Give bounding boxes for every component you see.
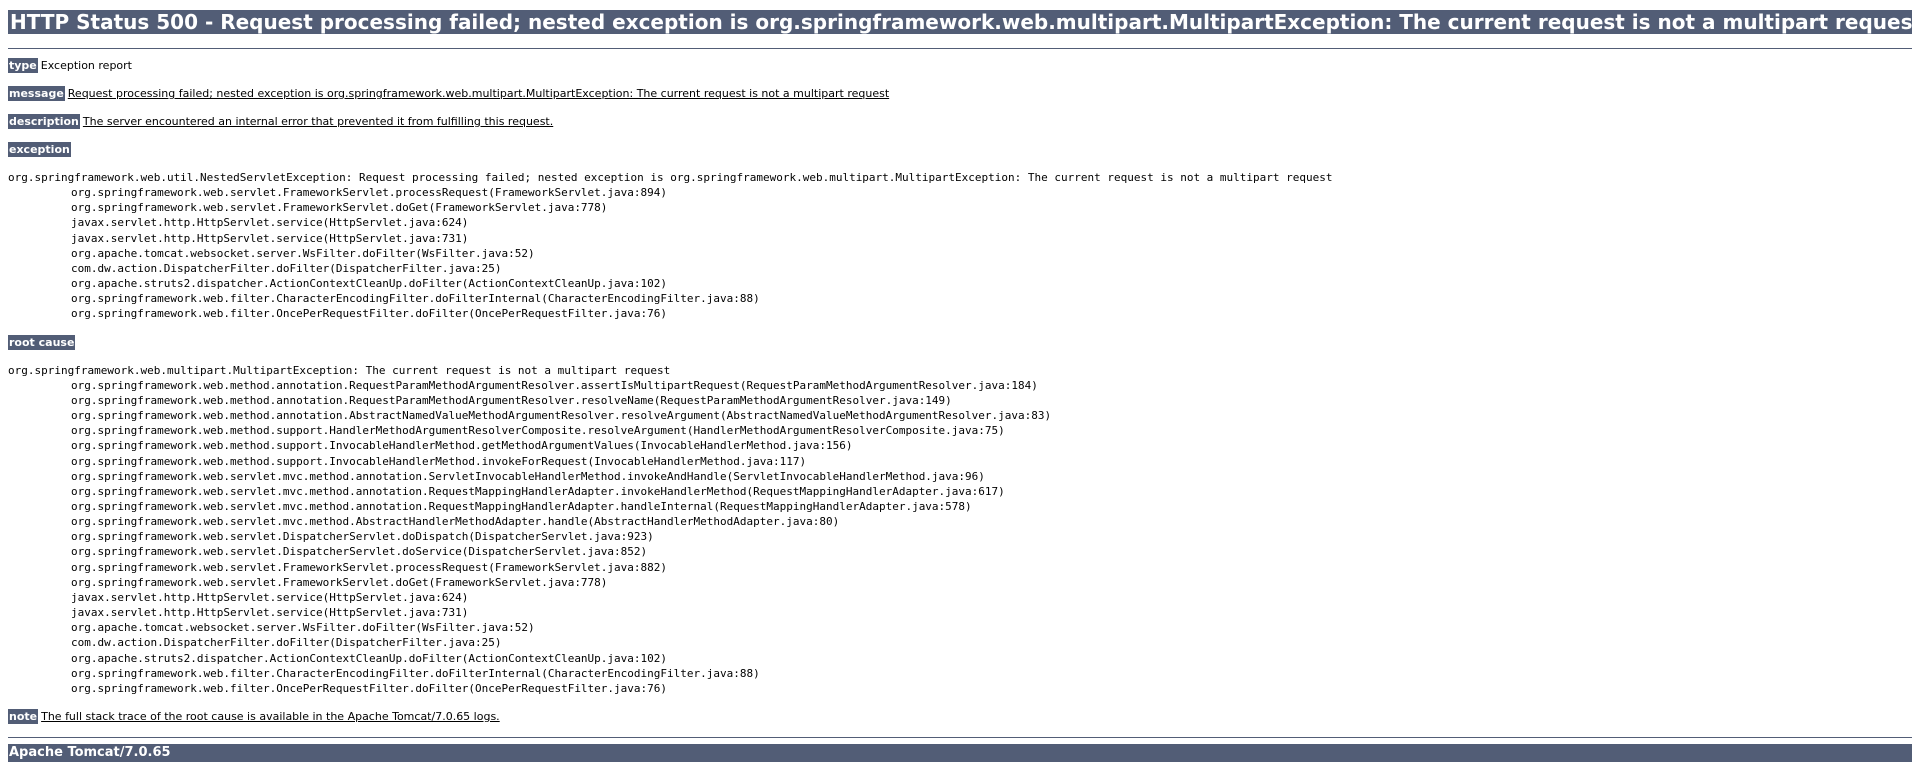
stack-frame: org.springframework.web.servlet.Framewor… <box>71 560 668 574</box>
message-label: message <box>8 86 65 101</box>
root-cause-head: org.springframework.web.multipart.Multip… <box>8 363 671 377</box>
stack-frame: com.dw.action.DispatcherFilter.doFilter(… <box>71 261 502 275</box>
stack-frame: org.apache.tomcat.websocket.server.WsFil… <box>71 246 535 260</box>
stack-frame: org.springframework.web.filter.Character… <box>71 292 760 306</box>
exception-frames: org.springframework.web.servlet.Framewor… <box>8 185 1912 321</box>
root-cause-trace: org.springframework.web.multipart.Multip… <box>8 363 1912 696</box>
stack-frame: org.springframework.web.filter.OncePerRe… <box>71 307 668 321</box>
stack-frame: org.springframework.web.servlet.Dispatch… <box>71 545 648 559</box>
divider-top <box>8 48 1912 49</box>
stack-frame: org.springframework.web.method.annotatio… <box>71 393 952 407</box>
stack-frame: org.springframework.web.method.support.H… <box>71 424 1005 438</box>
stack-frame: org.springframework.web.servlet.mvc.meth… <box>71 484 1005 498</box>
stack-frame: org.springframework.web.servlet.Dispatch… <box>71 530 654 544</box>
stack-frame: javax.servlet.http.HttpServlet.service(H… <box>71 231 469 245</box>
type-label: type <box>8 58 38 73</box>
type-value: Exception report <box>40 59 132 72</box>
stack-frame: javax.servlet.http.HttpServlet.service(H… <box>71 606 469 620</box>
exception-trace: org.springframework.web.util.NestedServl… <box>8 170 1912 322</box>
stack-frame: org.apache.struts2.dispatcher.ActionCont… <box>71 277 668 291</box>
stack-frame: org.springframework.web.method.annotatio… <box>71 409 1052 423</box>
description-row: description The server encountered an int… <box>8 114 1912 129</box>
stack-frame: org.springframework.web.method.support.I… <box>71 454 807 468</box>
stack-frame: org.springframework.web.method.annotatio… <box>71 378 1038 392</box>
stack-frame: org.apache.struts2.dispatcher.ActionCont… <box>71 651 668 665</box>
stack-frame: org.springframework.web.servlet.Framewor… <box>71 201 608 215</box>
exception-label: exception <box>8 142 71 157</box>
stack-frame: org.springframework.web.servlet.mvc.meth… <box>71 499 972 513</box>
stack-frame: javax.servlet.http.HttpServlet.service(H… <box>71 590 469 604</box>
note-label: note <box>8 709 39 724</box>
stack-frame: org.springframework.web.servlet.Framewor… <box>71 186 668 200</box>
exception-head: org.springframework.web.util.NestedServl… <box>8 171 1333 184</box>
server-footer: Apache Tomcat/7.0.65 <box>8 744 1912 762</box>
stack-frame: org.springframework.web.filter.Character… <box>71 666 760 680</box>
divider-bottom <box>8 737 1912 738</box>
stack-frame: org.springframework.web.method.support.I… <box>71 439 853 453</box>
stack-frame: com.dw.action.DispatcherFilter.doFilter(… <box>71 636 502 650</box>
stack-frame: org.springframework.web.filter.OncePerRe… <box>71 681 668 695</box>
stack-frame: javax.servlet.http.HttpServlet.service(H… <box>71 216 469 230</box>
stack-frame: org.springframework.web.servlet.mvc.meth… <box>71 515 840 529</box>
root-cause-label: root cause <box>8 334 76 350</box>
message-value: Request processing failed; nested except… <box>67 87 890 100</box>
type-row: type Exception report <box>8 58 1912 73</box>
message-row: message Request processing failed; nested… <box>8 86 1912 101</box>
error-page: HTTP Status 500 - Request processing fai… <box>0 10 1920 774</box>
description-value: The server encountered an internal error… <box>82 115 554 128</box>
description-label: description <box>8 114 80 129</box>
note-value: The full stack trace of the root cause i… <box>41 710 500 723</box>
page-title: HTTP Status 500 - Request processing fai… <box>8 10 1912 34</box>
stack-frame: org.springframework.web.servlet.Framewor… <box>71 575 608 589</box>
exception-heading-row: exception <box>8 142 1912 157</box>
note-row: note The full stack trace of the root cau… <box>8 709 1912 724</box>
stack-frame: org.apache.tomcat.websocket.server.WsFil… <box>71 621 535 635</box>
root-cause-heading-row: root cause <box>8 334 1912 350</box>
root-cause-frames: org.springframework.web.method.annotatio… <box>8 378 1912 696</box>
stack-frame: org.springframework.web.servlet.mvc.meth… <box>71 469 985 483</box>
